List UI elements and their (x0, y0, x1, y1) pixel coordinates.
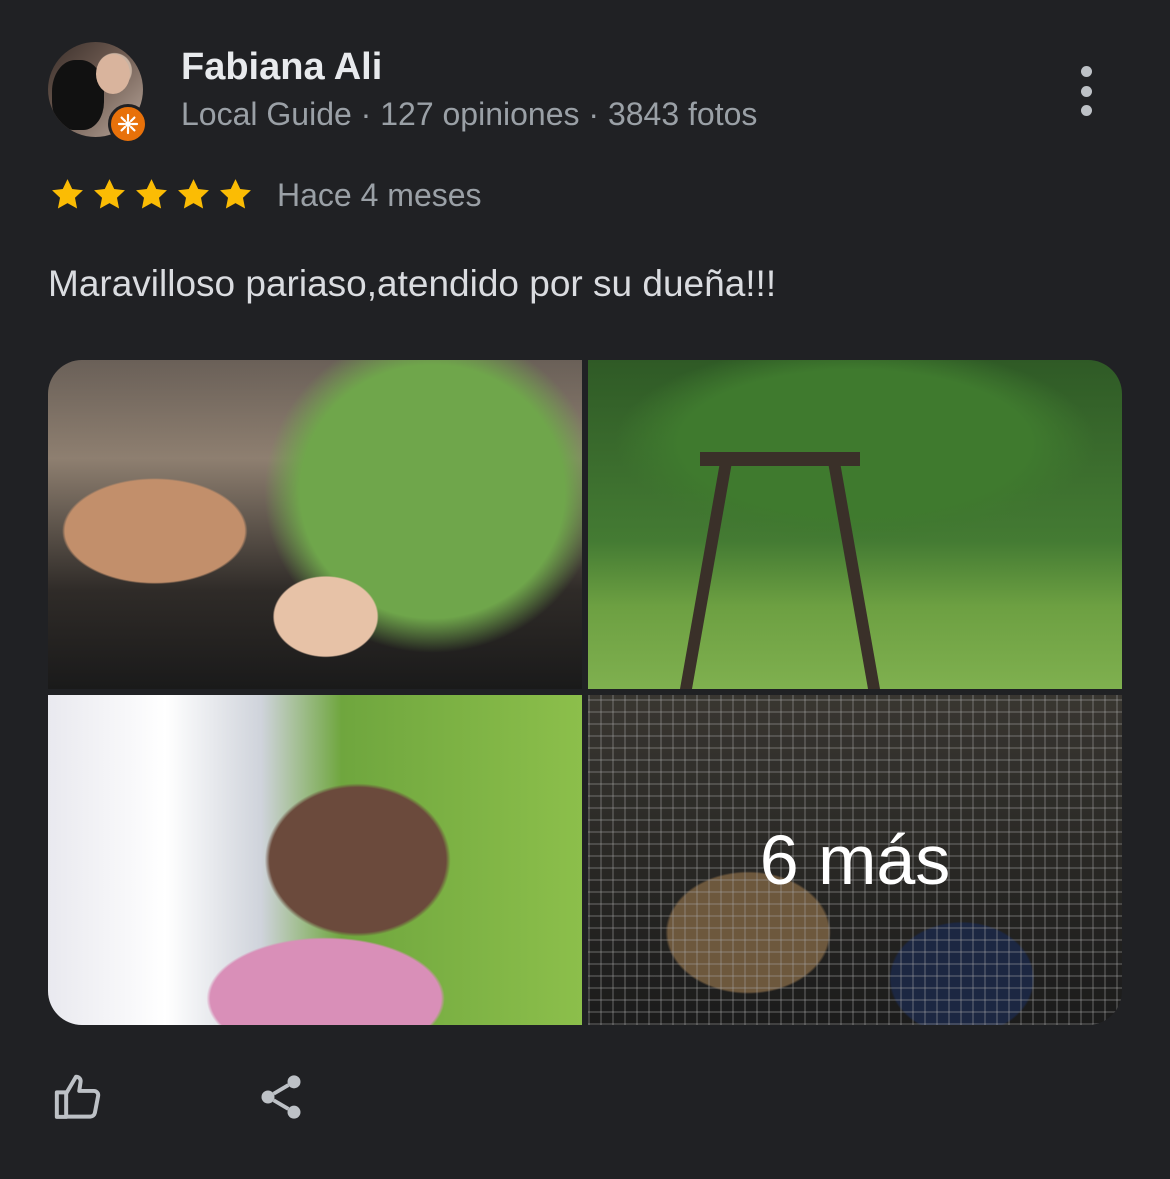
review-photo-2[interactable] (588, 360, 1122, 689)
thumbs-up-icon[interactable] (48, 1066, 110, 1128)
photo-grid: 6 más (48, 360, 1122, 1025)
review-time: Hace 4 meses (277, 177, 482, 213)
reviewer-meta: Local Guide · 127 opiniones · 3843 fotos (181, 96, 758, 132)
reviewer-avatar[interactable] (48, 42, 148, 144)
star-icon (136, 179, 167, 209)
review-text: Maravilloso pariaso,atendido por su dueñ… (48, 263, 777, 304)
more-photos-label: 6 más (759, 821, 951, 899)
review-actions (48, 1066, 312, 1128)
review-photo-1[interactable] (48, 360, 582, 689)
more-vert-icon[interactable] (1063, 62, 1109, 120)
share-icon[interactable] (250, 1066, 312, 1128)
local-guide-badge-icon (108, 104, 148, 144)
review-photo-3[interactable] (48, 695, 582, 1025)
star-icon (52, 179, 83, 209)
star-icon (94, 179, 125, 209)
star-icon (220, 179, 251, 209)
review-photo-more[interactable]: 6 más (588, 695, 1122, 1025)
reviewer-name[interactable]: Fabiana Ali (181, 44, 382, 90)
star-icon (178, 179, 209, 209)
star-rating (48, 175, 255, 214)
